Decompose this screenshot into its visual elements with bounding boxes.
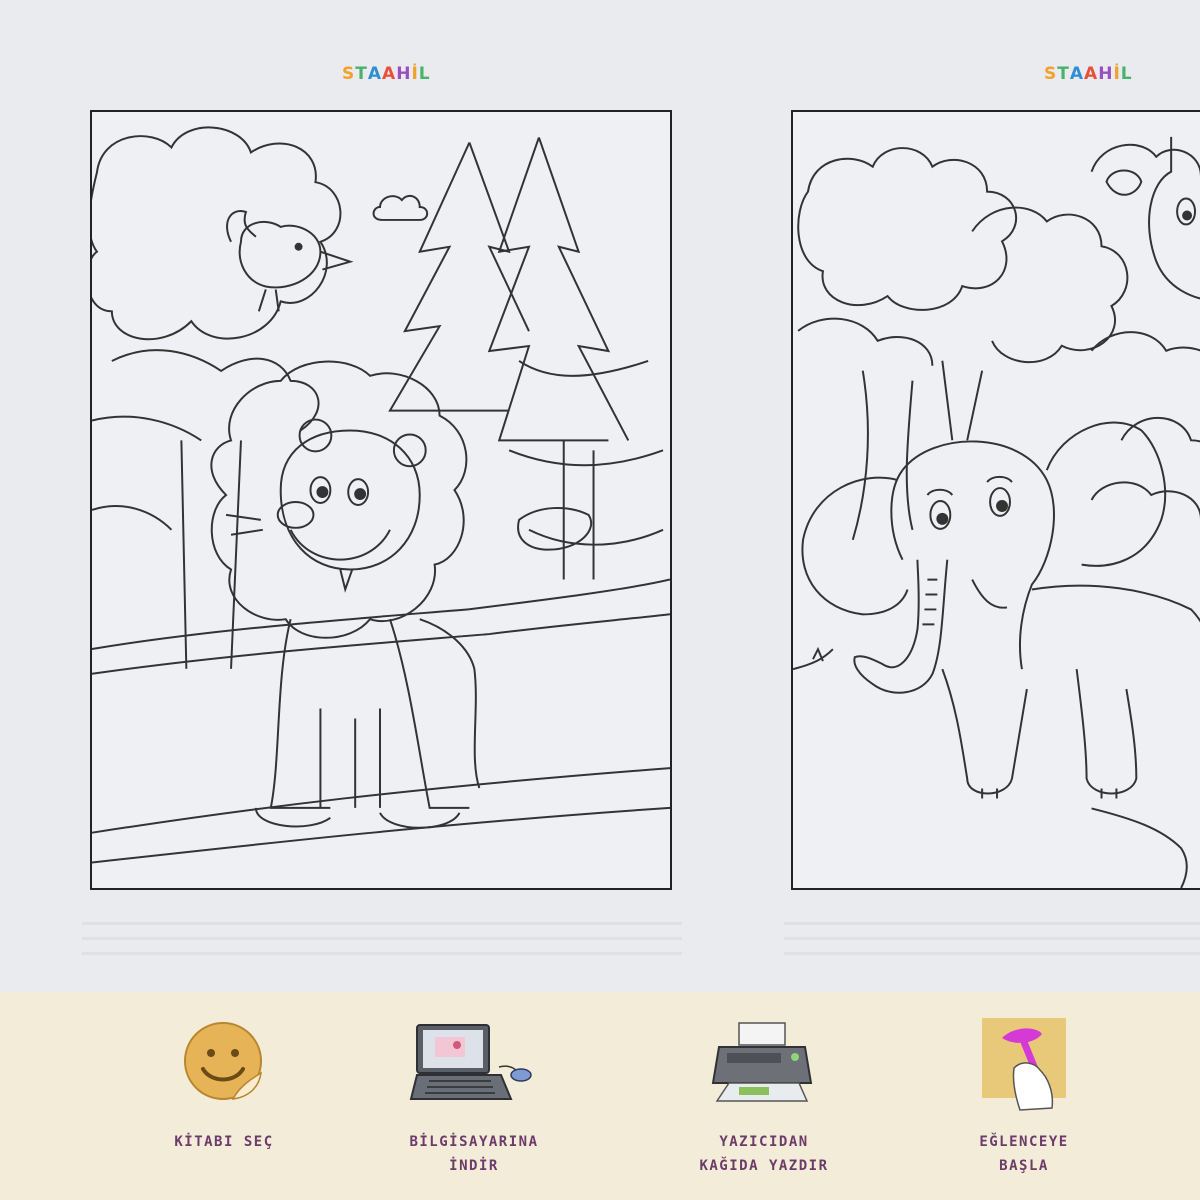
laptop-icon — [364, 1012, 584, 1112]
brand-logo: STAAHİL — [342, 64, 431, 84]
smiley-sticker-icon — [114, 1012, 334, 1112]
step-download[interactable]: BİLGİSAYARINA İNDİR — [364, 1012, 584, 1178]
step-label: BİLGİSAYARINA İNDİR — [409, 1134, 539, 1174]
step-choose-book[interactable]: KİTABI SEÇ — [114, 1012, 334, 1154]
step-label: YAZICIDAN KAĞIDA YAZDIR — [699, 1134, 829, 1174]
elephant-line-art — [793, 136, 1200, 888]
lion-line-art — [92, 126, 670, 864]
coloring-sheet-lion[interactable] — [90, 110, 672, 890]
how-it-works-bar: KİTABI SEÇ BİLGİSAYARINA İNDİR YAZICIDAN… — [0, 992, 1200, 1200]
coloring-pages-preview: STAAHİL STAAHİL — [0, 0, 1200, 992]
brand-logo: STAAHİL — [1044, 64, 1133, 84]
sheet-footer — [82, 922, 682, 968]
step-label: EĞLENCEYE BAŞLA — [979, 1134, 1069, 1174]
step-label: KİTABI SEÇ — [174, 1134, 274, 1150]
step-print[interactable]: YAZICIDAN KAĞIDA YAZDIR — [654, 1012, 874, 1178]
printer-icon — [654, 1012, 874, 1112]
sheet-footer — [784, 922, 1200, 968]
coloring-sheet-elephant[interactable] — [791, 110, 1200, 890]
step-start-fun[interactable]: EĞLENCEYE BAŞLA — [914, 1012, 1134, 1178]
crayon-hand-icon — [914, 1012, 1134, 1112]
